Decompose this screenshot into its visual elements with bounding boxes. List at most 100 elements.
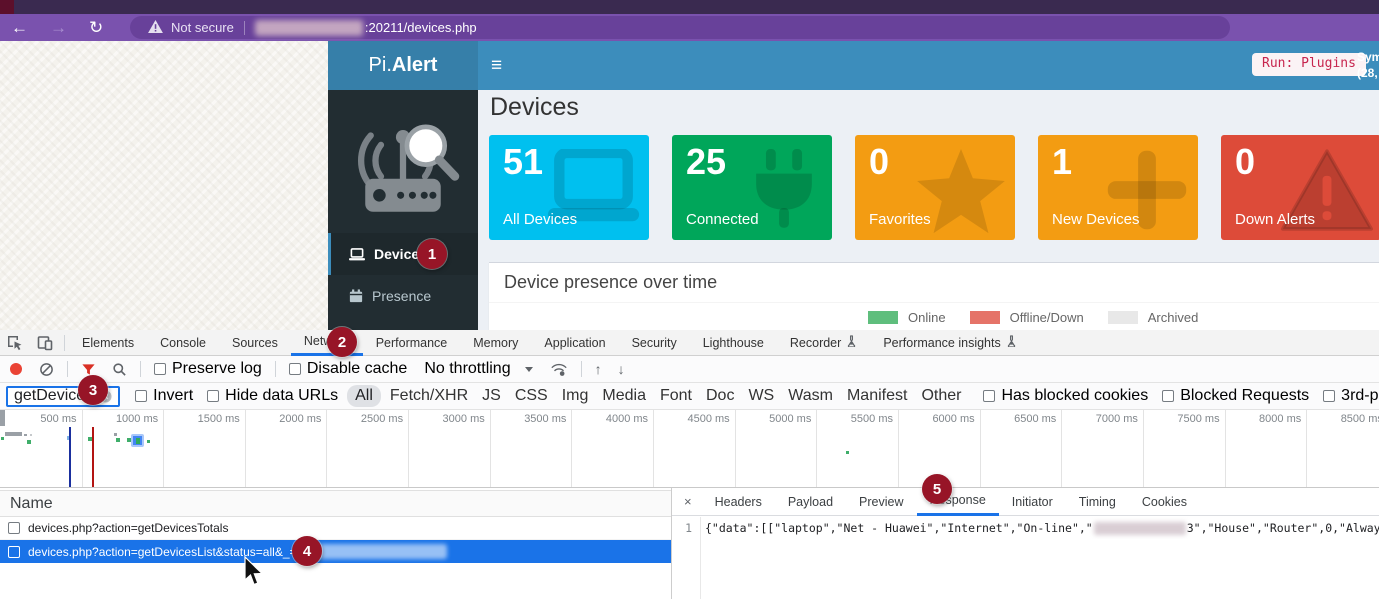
request-row[interactable]: devices.php?action=getDevicesTotals — [0, 517, 671, 540]
clear-icon[interactable] — [32, 362, 61, 377]
checkbox[interactable] — [8, 546, 20, 558]
search-icon[interactable] — [105, 362, 134, 377]
detail-tab-initiator[interactable]: Initiator — [999, 488, 1066, 515]
filter-type-all[interactable]: All — [347, 385, 381, 407]
detail-tab-payload[interactable]: Payload — [775, 488, 846, 515]
checkbox[interactable] — [207, 390, 219, 402]
toolbar-divider — [140, 361, 141, 377]
address-bar[interactable]: Not secure :20211/devices.php — [130, 16, 1230, 39]
stat-label: All Devices — [503, 211, 577, 228]
waterfall-mark — [27, 440, 31, 444]
stat-value: 0 — [869, 141, 889, 183]
redacted-query-value — [307, 544, 447, 559]
sidebar-item-devices[interactable]: Devices — [328, 233, 478, 275]
device-toolbar-icon[interactable] — [30, 335, 60, 351]
disable-cache-checkbox[interactable]: Disable cache — [282, 360, 415, 378]
filter-type-other[interactable]: Other — [914, 387, 968, 405]
devtools-tab-performance-insights[interactable]: Performance insights — [870, 330, 1029, 355]
third-party-requests-checkbox[interactable]: 3rd-party requests — [1316, 387, 1379, 405]
request-row-selected[interactable]: devices.php?action=getDevicesList&status… — [0, 540, 671, 563]
stat-card-all-devices[interactable]: 51All Devices — [489, 135, 649, 240]
invert-checkbox[interactable]: Invert — [128, 387, 200, 405]
checkbox[interactable] — [1162, 390, 1174, 402]
stat-card-favorites[interactable]: 0Favorites — [855, 135, 1015, 240]
filter-type-img[interactable]: Img — [555, 387, 596, 405]
checkbox[interactable] — [289, 363, 301, 375]
devtools-tab-recorder[interactable]: Recorder — [777, 330, 870, 355]
detail-tab-preview[interactable]: Preview — [846, 488, 916, 515]
run-plugins-button[interactable]: Run: Plugins — [1252, 53, 1366, 76]
filter-funnel-icon[interactable] — [74, 362, 103, 377]
response-text-pre: {"data":[["laptop","Net - Huawei","Inter… — [705, 521, 1093, 535]
devtools-tab-application[interactable]: Application — [531, 330, 618, 355]
stat-card-down-alerts[interactable]: 0Down Alerts — [1221, 135, 1379, 240]
sidebar-item-presence[interactable]: Presence — [328, 275, 478, 317]
checkbox[interactable] — [8, 522, 20, 534]
close-icon[interactable]: × — [672, 494, 702, 509]
throttling-value: No throttling — [424, 360, 510, 378]
network-conditions-icon[interactable] — [543, 362, 575, 377]
timeline-gridline — [816, 410, 817, 488]
devtools-tab-sources[interactable]: Sources — [219, 330, 291, 355]
hide-data-urls-label: Hide data URLs — [225, 387, 338, 405]
filter-type-media[interactable]: Media — [595, 387, 653, 405]
filter-type-js[interactable]: JS — [475, 387, 508, 405]
timeline-tick-label: 3000 ms — [443, 413, 490, 425]
legend-online-label: Online — [908, 310, 946, 325]
throttling-select[interactable]: No throttling — [416, 360, 540, 378]
timeline-gridline — [1061, 410, 1062, 488]
checkbox[interactable] — [983, 390, 995, 402]
devtools-tab-console[interactable]: Console — [147, 330, 219, 355]
app-brand[interactable]: Pi.Alert — [328, 41, 478, 90]
blocked-requests-label: Blocked Requests — [1180, 387, 1309, 405]
has-blocked-cookies-checkbox[interactable]: Has blocked cookies — [976, 387, 1155, 405]
detail-tab-headers[interactable]: Headers — [702, 488, 775, 515]
timeline-tick-label: 7000 ms — [1096, 413, 1143, 425]
sidebar-toggle-icon[interactable]: ≡ — [491, 55, 502, 77]
request-detail-tabs: × HeadersPayloadPreviewResponseInitiator… — [672, 488, 1379, 516]
response-content-line[interactable]: 1 {"data":[["laptop","Net - Huawei","Int… — [672, 517, 1379, 539]
reload-icon[interactable]: ↻ — [78, 19, 114, 36]
devtools-tab-elements[interactable]: Elements — [69, 330, 147, 355]
devtools-tab-security[interactable]: Security — [619, 330, 690, 355]
window-corner-accent — [0, 0, 14, 14]
checkbox[interactable] — [135, 390, 147, 402]
blocked-requests-checkbox[interactable]: Blocked Requests — [1155, 387, 1316, 405]
timeline-tick-label: 6500 ms — [1014, 413, 1061, 425]
response-text-post: 3","House","Router",0,"Always on — [1187, 521, 1379, 535]
filter-type-font[interactable]: Font — [653, 387, 699, 405]
filter-type-doc[interactable]: Doc — [699, 387, 741, 405]
devtools-tab-lighthouse[interactable]: Lighthouse — [690, 330, 777, 355]
filter-type-manifest[interactable]: Manifest — [840, 387, 914, 405]
waterfall-mark — [114, 433, 117, 436]
network-overview-timeline[interactable]: 500 ms1000 ms1500 ms2000 ms2500 ms3000 m… — [0, 410, 1379, 488]
detail-tab-cookies[interactable]: Cookies — [1129, 488, 1200, 515]
detail-tab-timing[interactable]: Timing — [1066, 488, 1129, 515]
devtools-tab-memory[interactable]: Memory — [460, 330, 531, 355]
timeline-tick-label: 500 ms — [40, 413, 81, 425]
filter-type-ws[interactable]: WS — [741, 387, 781, 405]
stat-card-connected[interactable]: 25Connected — [672, 135, 832, 240]
import-har-icon[interactable]: ↑ — [588, 361, 609, 377]
filter-type-wasm[interactable]: Wasm — [781, 387, 840, 405]
not-secure-label: Not secure — [171, 20, 234, 35]
waterfall-mark — [846, 451, 849, 454]
waterfall-selected-request[interactable] — [131, 434, 144, 447]
checkbox[interactable] — [1323, 390, 1335, 402]
hide-data-urls-checkbox[interactable]: Hide data URLs — [200, 387, 345, 405]
back-icon[interactable]: ← — [0, 19, 39, 36]
timeline-tick-label: 2500 ms — [361, 413, 408, 425]
devtools-tab-performance[interactable]: Performance — [363, 330, 461, 355]
filter-type-fetch-xhr[interactable]: Fetch/XHR — [383, 387, 475, 405]
inspect-element-icon[interactable] — [0, 335, 30, 351]
timeline-tick-label: 5000 ms — [769, 413, 816, 425]
requests-name-header[interactable]: Name — [0, 490, 671, 517]
stat-card-new-devices[interactable]: 1New Devices — [1038, 135, 1198, 240]
legend-offline-swatch — [970, 311, 1000, 324]
forward-icon[interactable]: → — [39, 19, 78, 36]
export-har-icon[interactable]: ↓ — [611, 361, 632, 377]
checkbox[interactable] — [154, 363, 166, 375]
record-icon[interactable] — [10, 363, 22, 375]
filter-type-css[interactable]: CSS — [508, 387, 555, 405]
preserve-log-checkbox[interactable]: Preserve log — [147, 360, 269, 378]
